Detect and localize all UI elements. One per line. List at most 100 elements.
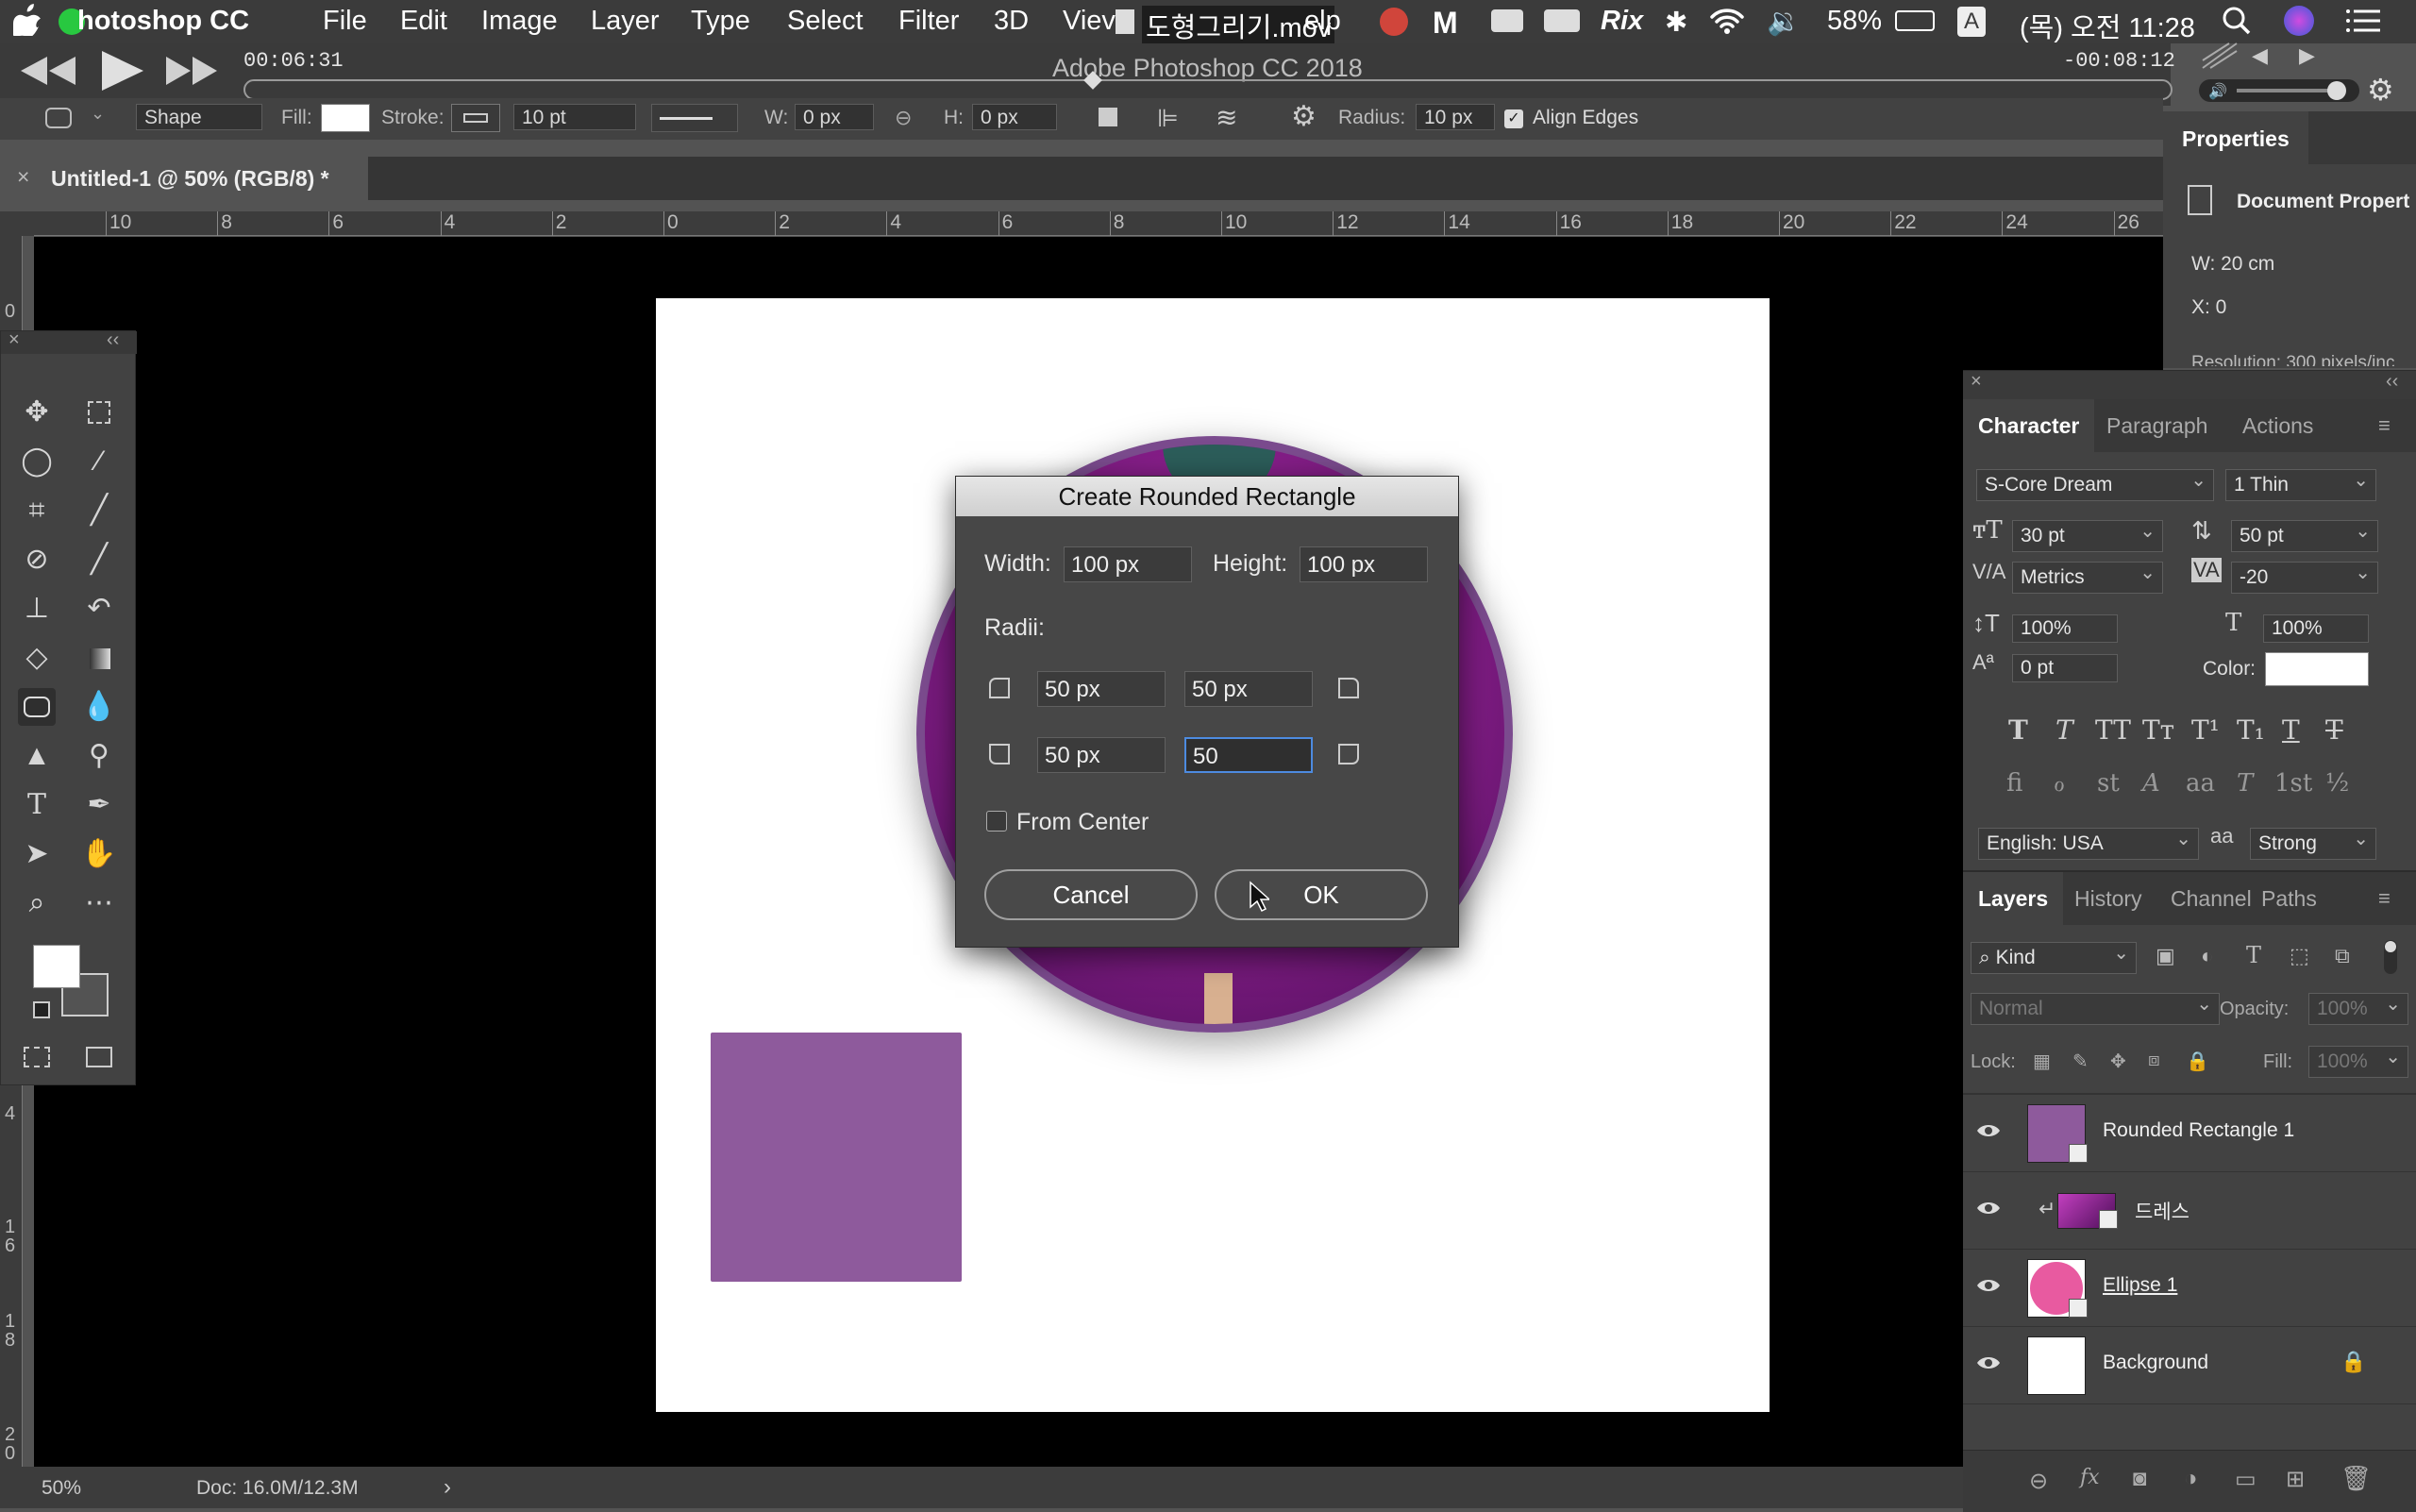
doc-size[interactable]: Doc: 16.0M/12.3M xyxy=(196,1477,359,1500)
anti-alias-select[interactable]: Strong xyxy=(2250,827,2376,860)
panel-menu-icon[interactable]: ≡ xyxy=(2378,399,2391,452)
new-group-icon[interactable]: ▭ xyxy=(2235,1466,2257,1493)
width-input[interactable]: 100 px xyxy=(1064,546,1192,582)
sharpen-tool-icon[interactable]: ▲ xyxy=(18,737,56,775)
baseline-shift-field[interactable]: 0 pt xyxy=(2012,654,2118,682)
volume-slider[interactable]: 🔊 xyxy=(2199,79,2359,102)
app-menu[interactable]: hotoshop CC xyxy=(77,6,249,37)
blend-mode-select[interactable]: Normal xyxy=(1971,992,2220,1025)
gear-icon[interactable]: ⚙ xyxy=(2367,72,2394,108)
layer-row[interactable]: Ellipse 1 xyxy=(1963,1250,2416,1327)
volume-knob[interactable] xyxy=(2327,81,2346,100)
path-alignment-icon[interactable]: ⊫ xyxy=(1157,104,1179,133)
underline-icon[interactable]: T xyxy=(2282,714,2300,746)
share-icon[interactable] xyxy=(2201,42,2239,70)
vertical-scale-field[interactable]: 100% xyxy=(2012,614,2118,643)
rewind-icon[interactable] xyxy=(17,57,79,85)
subscript-icon[interactable]: T₁ xyxy=(2237,714,2265,746)
move-tool-icon[interactable]: ✥ xyxy=(18,394,56,431)
close-tab-icon[interactable]: × xyxy=(17,164,29,190)
menu-3d[interactable]: 3D xyxy=(994,6,1029,37)
opacity-field[interactable]: 100% xyxy=(2308,992,2408,1025)
tracking-select[interactable]: -20 xyxy=(2231,561,2378,594)
leading-select[interactable]: 50 pt xyxy=(2231,519,2378,552)
panel-close-icon[interactable]: × xyxy=(1971,371,1982,393)
hand-tool-icon[interactable]: ✋ xyxy=(80,835,118,873)
input-source-icon[interactable]: A xyxy=(1957,7,1986,37)
filter-adjustment-icon[interactable]: ◐ xyxy=(2201,944,2213,968)
language-select[interactable]: English: USA xyxy=(1978,827,2199,860)
tab-character[interactable]: Character xyxy=(1963,399,2095,452)
zoom-tool-icon[interactable]: ⌕ xyxy=(18,884,56,922)
stroke-width-select[interactable]: 10 pt xyxy=(513,104,636,130)
layer-row[interactable]: Background 🔒 xyxy=(1963,1327,2416,1404)
tool-preset-chevron-icon[interactable]: ⌄ xyxy=(91,104,105,124)
bluetooth-icon[interactable]: ✱ xyxy=(1665,6,1687,39)
adjustment-layer-icon[interactable]: ◑ xyxy=(2184,1466,2198,1492)
magic-wand-tool-icon[interactable]: ⁄ xyxy=(80,443,118,480)
gradient-tool-icon[interactable] xyxy=(80,639,118,677)
scrub-bar[interactable] xyxy=(243,71,2173,100)
type-tool-icon[interactable]: T xyxy=(18,786,56,824)
layer-row[interactable]: Rounded Rectangle 1 xyxy=(1963,1095,2416,1172)
swash-icon[interactable]: A xyxy=(2142,769,2160,798)
menu-view[interactable]: Viev xyxy=(1063,6,1116,37)
ok-button[interactable]: OK xyxy=(1215,869,1428,920)
menu-select[interactable]: Select xyxy=(787,6,864,37)
list-icon[interactable] xyxy=(2346,8,2380,34)
ruler-corner[interactable] xyxy=(0,211,34,236)
layer-style-icon[interactable]: fx xyxy=(2080,1466,2100,1489)
siri-icon[interactable] xyxy=(2284,6,2314,36)
eraser-tool-icon[interactable]: ◇ xyxy=(18,639,56,677)
menu-help[interactable]: elp xyxy=(1304,6,1341,37)
width-field[interactable]: 0 px xyxy=(795,104,874,130)
tool-mode-select[interactable]: Shape xyxy=(136,104,262,130)
visibility-eye-icon[interactable] xyxy=(1976,1121,2001,1140)
visibility-eye-icon[interactable] xyxy=(1976,1353,2001,1372)
more-tools-icon[interactable]: ⋯ xyxy=(80,884,118,922)
font-style-select[interactable]: 1 Thin xyxy=(2225,468,2376,501)
dodge-tool-icon[interactable]: ⚲ xyxy=(80,737,118,775)
default-colors-icon[interactable] xyxy=(33,1001,50,1018)
healing-brush-tool-icon[interactable]: ⊘ xyxy=(18,541,56,579)
cloud-alt-icon[interactable] xyxy=(1544,9,1580,32)
tab-channels[interactable]: Channel xyxy=(2171,872,2252,925)
rix-icon[interactable]: Rix xyxy=(1601,6,1643,37)
document-tab[interactable]: × Untitled-1 @ 50% (RGB/8) * xyxy=(0,157,368,200)
next-icon[interactable]: ▶ xyxy=(2299,43,2315,68)
wifi-icon[interactable] xyxy=(1708,6,1746,36)
fill-field[interactable]: 100% xyxy=(2308,1045,2408,1078)
properties-tab[interactable]: Properties xyxy=(2163,111,2308,164)
ordinals-icon[interactable]: 1st xyxy=(2274,769,2312,798)
clock[interactable]: (목) 오전 11:28 xyxy=(2020,6,2195,45)
fill-swatch[interactable] xyxy=(321,104,370,132)
marquee-tool-icon[interactable] xyxy=(80,394,118,431)
foreground-color-swatch[interactable] xyxy=(33,945,80,988)
panel-header[interactable]: × ‹‹ xyxy=(1963,371,2416,399)
cloud-icon[interactable] xyxy=(1491,9,1523,32)
filter-pixel-icon[interactable]: ▣ xyxy=(2156,944,2175,968)
fractions-icon[interactable]: ½ xyxy=(2325,769,2349,798)
clone-stamp-tool-icon[interactable]: ⊥ xyxy=(18,590,56,628)
layer-filter-select[interactable]: ⌕ Kind xyxy=(1971,941,2137,974)
font-family-select[interactable]: S-Core Dream xyxy=(1976,468,2214,501)
filter-type-icon[interactable]: T xyxy=(2246,942,2261,968)
path-arrangement-icon[interactable]: ≋ xyxy=(1216,102,1237,133)
horizontal-ruler[interactable]: 10 8 6 4 2 0 2 4 6 8 10 12 14 16 18 20 22 24 26 xyxy=(34,211,2163,236)
panel-collapse-icon[interactable]: ‹‹ xyxy=(2386,371,2398,393)
faux-bold-icon[interactable]: T xyxy=(2008,714,2028,746)
lock-all-icon[interactable]: 🔒 xyxy=(2186,1050,2209,1073)
tab-actions[interactable]: Actions xyxy=(2242,399,2313,452)
blur-tool-icon[interactable]: 💧 xyxy=(80,688,118,726)
path-selection-tool-icon[interactable]: ➤ xyxy=(18,835,56,873)
lock-transparency-icon[interactable]: ▦ xyxy=(2033,1050,2051,1073)
tab-paragraph[interactable]: Paragraph xyxy=(2106,399,2207,452)
rounded-rectangle-tool-icon[interactable] xyxy=(18,688,56,726)
battery-percent[interactable]: 58% xyxy=(1827,6,1882,37)
stroke-swatch[interactable] xyxy=(451,104,500,132)
horizontal-scale-field[interactable]: 100% xyxy=(2263,614,2369,643)
filter-shape-icon[interactable]: ⬚ xyxy=(2290,944,2309,968)
menu-image[interactable]: Image xyxy=(481,6,558,37)
search-icon[interactable] xyxy=(2222,6,2252,36)
ligatures-icon[interactable]: fi xyxy=(2006,769,2022,798)
